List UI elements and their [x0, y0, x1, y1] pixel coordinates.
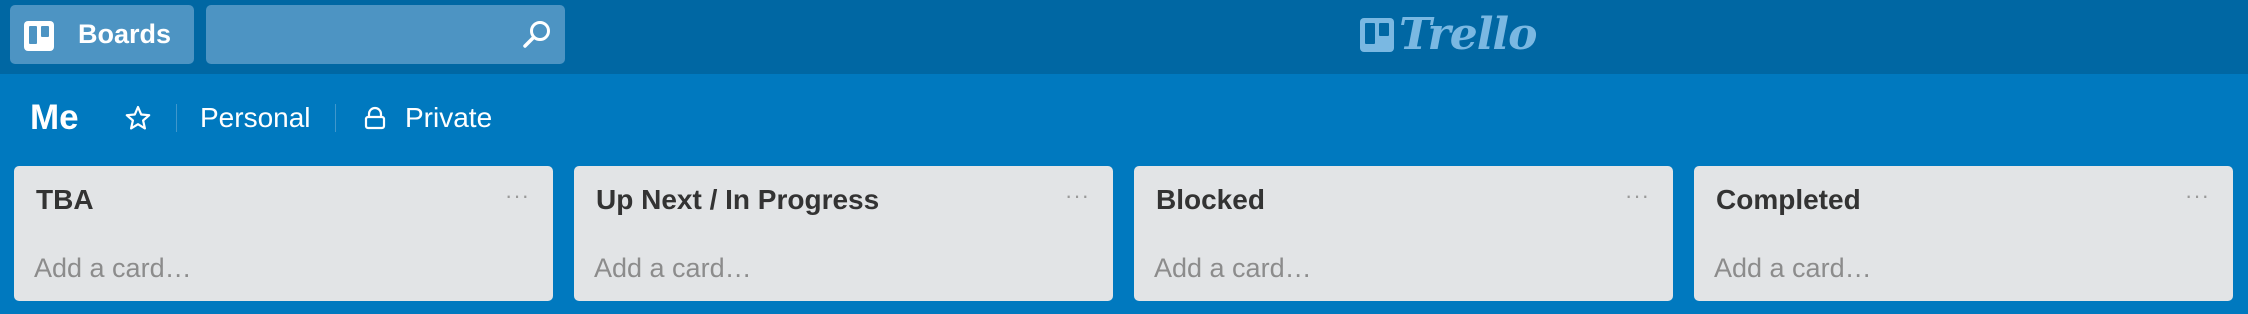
add-card-button[interactable]: Add a card…	[34, 250, 192, 286]
list-column: TBA ··· Add a card…	[14, 166, 553, 301]
ellipsis-icon[interactable]: ···	[1625, 185, 1649, 207]
board-visibility[interactable]: Private	[405, 96, 492, 140]
board-header: Me Personal Private	[0, 74, 2248, 166]
list-title[interactable]: Blocked	[1156, 182, 1265, 218]
ellipsis-icon[interactable]: ···	[505, 185, 529, 207]
ellipsis-icon[interactable]: ···	[2185, 185, 2209, 207]
ellipsis-icon[interactable]: ···	[1065, 185, 1089, 207]
boards-icon	[24, 21, 54, 51]
star-icon[interactable]	[124, 104, 152, 132]
list-title[interactable]: TBA	[36, 182, 94, 218]
lock-icon	[364, 106, 386, 130]
search-box[interactable]	[206, 5, 565, 64]
header-divider	[176, 104, 177, 132]
trello-logo-text: Trello	[1399, 9, 1537, 60]
board-team[interactable]: Personal	[200, 96, 311, 140]
board-title[interactable]: Me	[30, 96, 79, 140]
boards-button-label: Boards	[78, 19, 172, 49]
list-column: Up Next / In Progress ··· Add a card…	[574, 166, 1113, 301]
list-title[interactable]: Up Next / In Progress	[596, 182, 879, 218]
top-header: Boards Trello	[0, 0, 2248, 74]
trello-logo[interactable]: Trello	[1357, 12, 1537, 58]
list-title[interactable]: Completed	[1716, 182, 1861, 218]
add-card-button[interactable]: Add a card…	[1714, 250, 1872, 286]
add-card-button[interactable]: Add a card…	[594, 250, 752, 286]
trello-logo-icon	[1360, 18, 1394, 52]
add-card-button[interactable]: Add a card…	[1154, 250, 1312, 286]
search-input[interactable]	[206, 5, 522, 64]
header-divider	[335, 104, 336, 132]
boards-button[interactable]: Boards	[10, 5, 194, 64]
list-column: Completed ··· Add a card…	[1694, 166, 2233, 301]
list-column: Blocked ··· Add a card…	[1134, 166, 1673, 301]
search-icon[interactable]	[522, 19, 552, 49]
